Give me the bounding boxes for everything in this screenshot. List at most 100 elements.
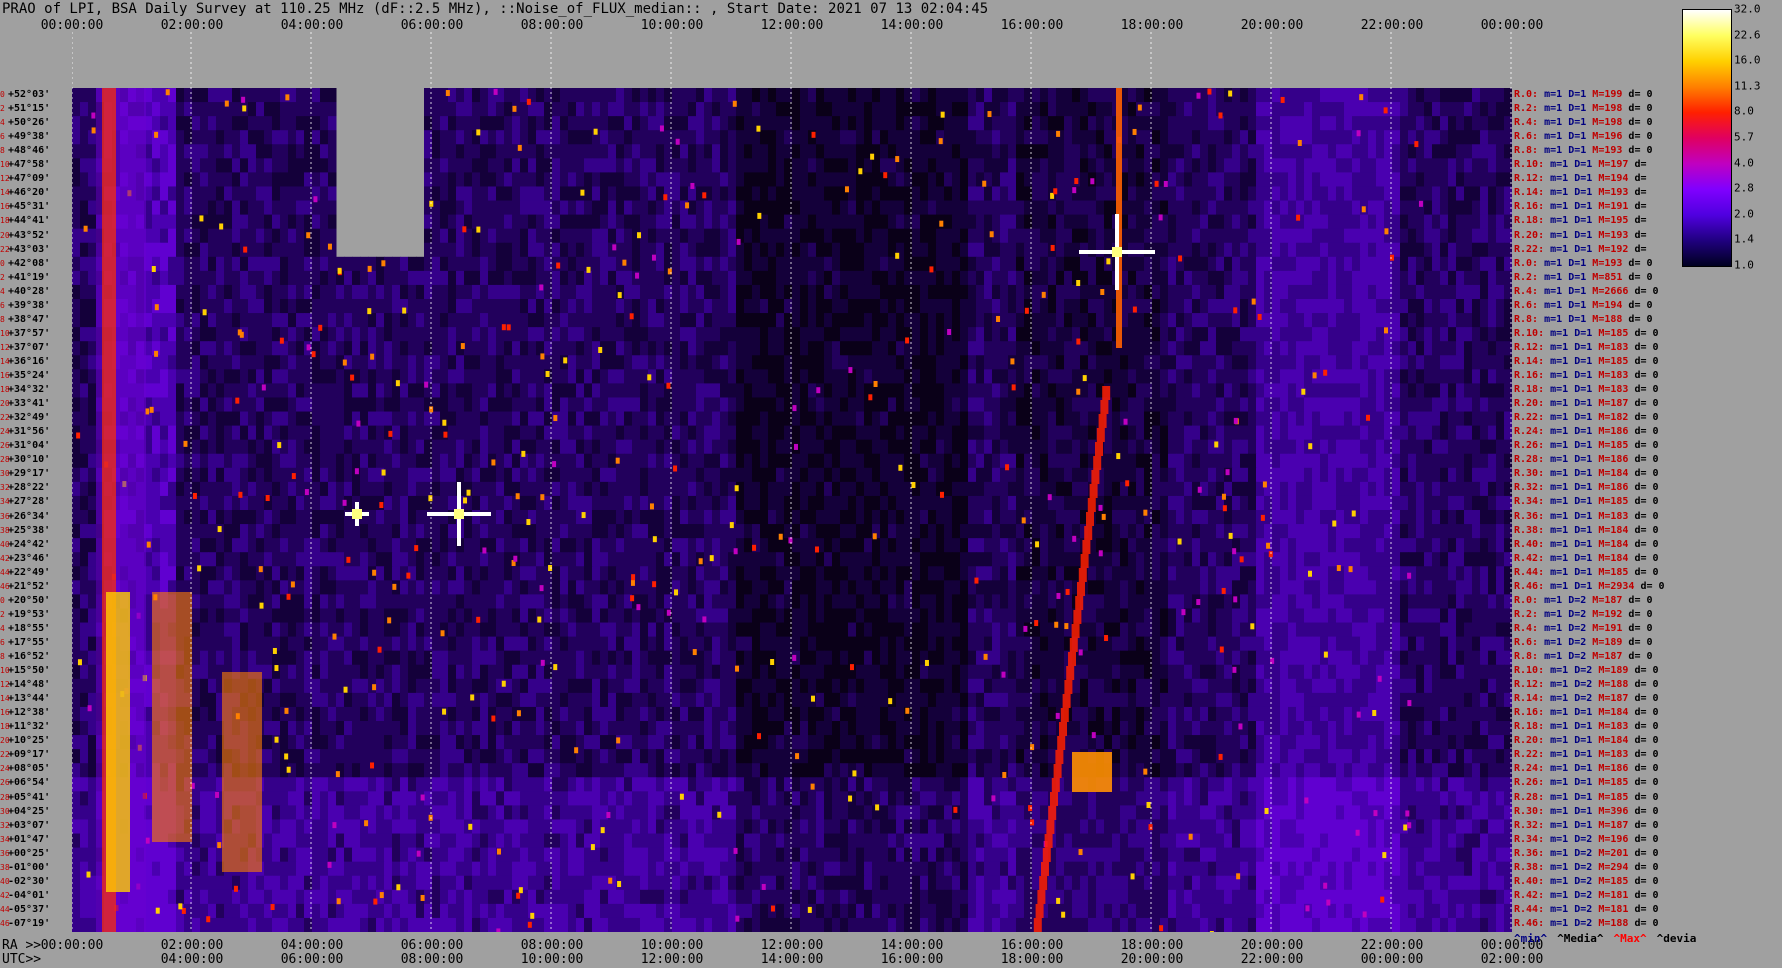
heatmap-cell — [1424, 439, 1433, 455]
heatmap-cell — [1040, 383, 1049, 398]
heatmap-cell — [392, 341, 401, 356]
heatmap-cell — [1192, 383, 1201, 398]
heatmap-cell — [440, 256, 449, 272]
heatmap-cell — [760, 88, 769, 103]
heatmap-cell — [528, 270, 537, 286]
heatmap-cell — [184, 144, 193, 159]
heatmap-cell — [1160, 144, 1169, 159]
heatmap-cell — [872, 158, 881, 173]
axis-tick-label: 00:00:00 — [40, 938, 104, 953]
heatmap-cell — [240, 383, 249, 398]
heatmap-cell — [864, 439, 873, 455]
heatmap-cell — [1432, 355, 1441, 370]
heatmap-cell — [720, 186, 729, 202]
heatmap-cell — [1136, 256, 1145, 272]
heatmap-cell — [432, 130, 441, 145]
heatmap-cell — [472, 383, 481, 398]
heatmap-cell — [1344, 369, 1353, 384]
heatmap-cell — [760, 313, 769, 328]
heatmap-cell — [1360, 439, 1369, 455]
heatmap-cell — [712, 284, 721, 300]
heatmap-cell — [80, 200, 89, 216]
heatmap-cell — [1488, 411, 1497, 427]
heatmap-cell — [560, 284, 569, 300]
heatmap-cell — [200, 228, 209, 244]
heatmap-cell — [1184, 186, 1193, 202]
heatmap-cell — [1312, 467, 1321, 483]
heatmap-cell — [728, 88, 737, 103]
heatmap-cell — [840, 397, 849, 413]
heatmap-cell — [624, 439, 633, 455]
heatmap-cell — [1304, 411, 1313, 427]
heatmap-cell — [1096, 130, 1105, 145]
heatmap-cell — [664, 467, 673, 483]
heatmap-cell — [1264, 242, 1273, 258]
heatmap-cell — [1008, 369, 1017, 384]
heatmap-cell — [1024, 214, 1033, 230]
heatmap-cell — [1488, 355, 1497, 370]
heatmap-cell — [880, 186, 889, 202]
heatmap-cell — [792, 116, 801, 131]
heatmap-cell — [80, 158, 89, 173]
heatmap-cell — [1352, 327, 1361, 342]
heatmap-cell — [744, 102, 753, 117]
heatmap-cell — [704, 425, 713, 441]
heatmap-cell — [1136, 467, 1145, 483]
heatmap-cell — [792, 130, 801, 145]
heatmap-cell — [448, 158, 457, 173]
heatmap-cell — [448, 299, 457, 314]
heatmap-cell — [1048, 341, 1057, 356]
heatmap-cell — [984, 284, 993, 300]
heatmap-cell — [1072, 453, 1081, 469]
heatmap-cell — [312, 453, 321, 469]
heatmap-cell — [720, 341, 729, 356]
heatmap-cell — [608, 411, 617, 427]
heatmap-cell — [648, 284, 657, 300]
heatmap-cell — [1304, 397, 1313, 413]
heatmap-cell — [224, 284, 233, 300]
heatmap-cell — [560, 299, 569, 314]
heatmap-cell — [744, 172, 753, 187]
heatmap-cell — [768, 313, 777, 328]
heatmap-cell — [1448, 214, 1457, 230]
heatmap-cell — [1224, 411, 1233, 427]
heatmap-cell — [1136, 116, 1145, 131]
heatmap-cell — [200, 270, 209, 286]
heatmap-cell — [976, 130, 985, 145]
heatmap-cell — [80, 270, 89, 286]
heatmap-cell — [592, 88, 601, 103]
heatmap-cell — [720, 144, 729, 159]
heatmap-cell — [944, 144, 953, 159]
heatmap-cell — [880, 270, 889, 286]
heatmap-cell — [256, 341, 265, 356]
heatmap-cell — [808, 102, 817, 117]
heatmap-cell — [608, 228, 617, 244]
heatmap-cell — [160, 186, 169, 202]
heatmap-cell — [984, 144, 993, 159]
heatmap-cell — [328, 116, 337, 131]
heatmap-cell — [1032, 144, 1041, 159]
heatmap-cell — [1064, 256, 1073, 272]
heatmap-cell — [624, 453, 633, 469]
heatmap-cell — [1296, 411, 1305, 427]
heatmap-cell — [824, 88, 833, 103]
heatmap-cell — [776, 369, 785, 384]
heatmap-cell — [328, 158, 337, 173]
heatmap-cell — [768, 242, 777, 258]
heatmap-cell — [248, 397, 257, 413]
heatmap-cell — [464, 200, 473, 216]
heatmap-cell — [648, 130, 657, 145]
heatmap-cell — [1240, 88, 1249, 103]
heatmap-cell — [1488, 256, 1497, 272]
heatmap-cell — [480, 116, 489, 131]
heatmap-cell — [584, 383, 593, 398]
heatmap-cell — [824, 186, 833, 202]
heatmap-cell — [1056, 327, 1065, 342]
heatmap-cell — [232, 439, 241, 455]
heatmap-cell — [880, 327, 889, 342]
heatmap-cell — [688, 116, 697, 131]
heatmap-cell — [632, 116, 641, 131]
heatmap-cell — [1312, 453, 1321, 469]
heatmap-cell — [720, 158, 729, 173]
heatmap-cell — [808, 256, 817, 272]
